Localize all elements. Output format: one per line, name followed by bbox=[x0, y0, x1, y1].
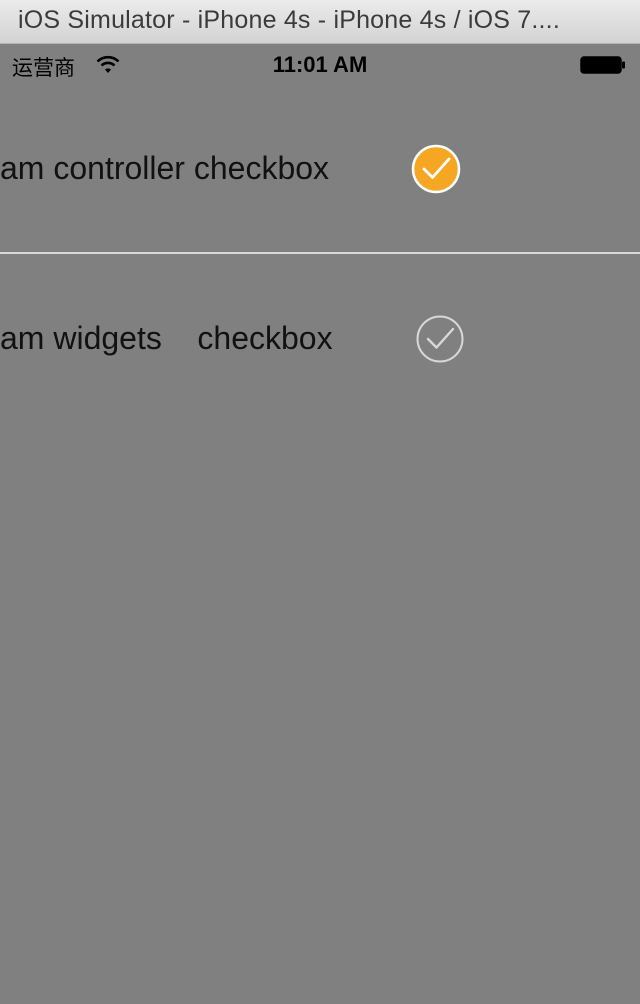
row-label: am widgets checkbox bbox=[0, 320, 333, 356]
ios-status-bar: 运营商 11:01 AM bbox=[0, 44, 640, 84]
window-titlebar[interactable]: iOS Simulator - iPhone 4s - iPhone 4s / … bbox=[0, 0, 640, 44]
status-time: 11:01 AM bbox=[272, 52, 368, 77]
row-divider bbox=[0, 252, 640, 254]
checkmark-circle-icon[interactable] bbox=[411, 144, 461, 194]
simulator-window: iOS Simulator - iPhone 4s - iPhone 4s / … bbox=[0, 0, 640, 1004]
battery-icon bbox=[580, 56, 625, 74]
row-label: am controller checkbox bbox=[0, 150, 330, 186]
list-item[interactable]: am controller checkbox bbox=[0, 130, 640, 210]
checkmark-circle-outline-icon[interactable] bbox=[415, 314, 465, 364]
list-item[interactable]: am widgets checkbox bbox=[0, 300, 640, 380]
window-title: iOS Simulator - iPhone 4s - iPhone 4s / … bbox=[18, 6, 560, 34]
